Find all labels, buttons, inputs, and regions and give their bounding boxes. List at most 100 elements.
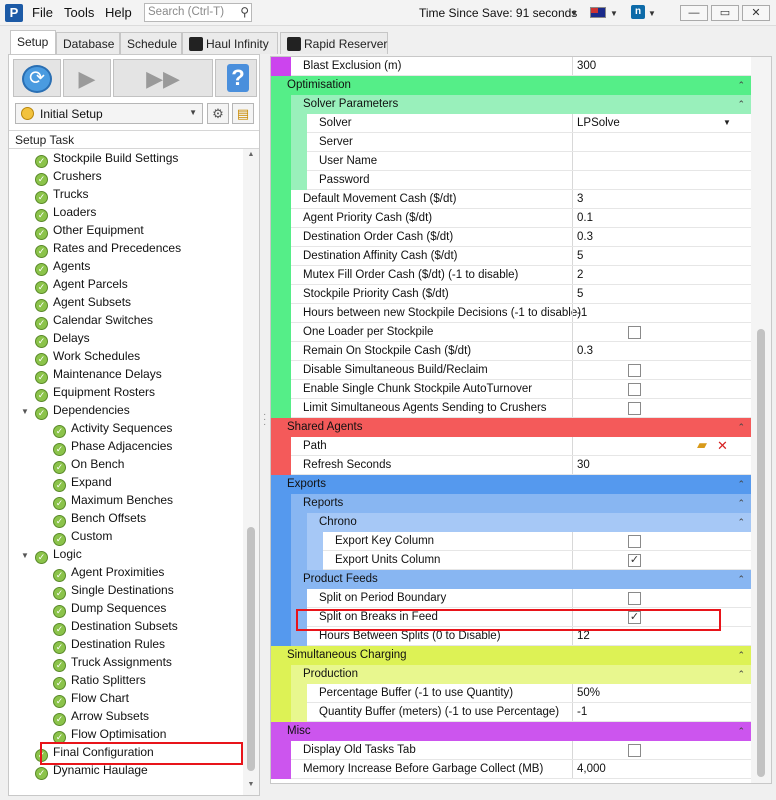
collapse-chevron-icon[interactable]: ⌃ [737, 95, 745, 113]
property-value[interactable]: -1 [577, 304, 587, 322]
property-checkbox[interactable] [628, 744, 641, 757]
collapse-chevron-icon[interactable]: ⌃ [737, 76, 745, 94]
flag-icon[interactable] [590, 7, 606, 18]
tree-item-trucks[interactable]: ✓ Trucks [35, 185, 89, 204]
collapse-chevron-icon[interactable]: ⌃ [737, 475, 745, 493]
tree-item-flow-chart[interactable]: ✓ Flow Chart [53, 689, 129, 708]
property-checkbox[interactable] [628, 402, 641, 415]
tree-item-calendar-switches[interactable]: ✓ Calendar Switches [35, 311, 153, 330]
property-agent-priority-cash-dt[interactable]: Agent Priority Cash ($/dt) 0.1 [271, 209, 751, 228]
column-divider[interactable] [572, 247, 573, 266]
tree-item-crushers[interactable]: ✓ Crushers [35, 167, 102, 186]
close-button[interactable]: ✕ [742, 5, 770, 21]
grid-scroll-thumb[interactable] [757, 329, 765, 777]
tree-item-agents[interactable]: ✓ Agents [35, 257, 90, 276]
property-remain-on-stockpile-cash-dt[interactable]: Remain On Stockpile Cash ($/dt) 0.3 [271, 342, 751, 361]
refresh-button[interactable]: ⟳ [13, 59, 61, 97]
tree-item-dump-sequences[interactable]: ✓ Dump Sequences [53, 599, 166, 618]
notes-button[interactable]: ▤ [232, 103, 254, 124]
column-divider[interactable] [572, 152, 573, 171]
column-divider[interactable] [572, 684, 573, 703]
property-checkbox[interactable] [628, 364, 641, 377]
category-optimisation[interactable]: Optimisation ⌃ [271, 76, 751, 95]
property-value[interactable]: LPSolve [577, 114, 620, 132]
tree-item-delays[interactable]: ✓ Delays [35, 329, 90, 348]
tree-item-phase-adjacencies[interactable]: ✓ Phase Adjacencies [53, 437, 172, 456]
scroll-down-icon[interactable]: ▼ [243, 781, 259, 788]
collapse-chevron-icon[interactable]: ⌃ [737, 494, 745, 512]
chevron-down-icon[interactable]: ▼ [648, 9, 656, 18]
collapse-chevron-icon[interactable]: ⌃ [737, 646, 745, 664]
setup-type-select[interactable]: Initial Setup ▼ [15, 103, 203, 124]
property-destination-affinity-cash-dt[interactable]: Destination Affinity Cash ($/dt) 5 [271, 247, 751, 266]
tab-setup[interactable]: Setup [10, 30, 56, 55]
tab-haul-infinity[interactable]: Haul Infinity [182, 32, 278, 54]
run-button[interactable]: ▶ [63, 59, 111, 97]
column-divider[interactable] [572, 285, 573, 304]
property-value[interactable]: 30 [577, 456, 590, 474]
tree-item-arrow-subsets[interactable]: ✓ Arrow Subsets [53, 707, 149, 726]
tree-item-stockpile-build-settings[interactable]: ✓ Stockpile Build Settings [35, 149, 178, 168]
property-checkbox[interactable] [628, 383, 641, 396]
property-path[interactable]: Path ▰ ✕ [271, 437, 751, 456]
property-value[interactable]: 50% [577, 684, 600, 702]
property-disable-simultaneous-build-reclaim[interactable]: Disable Simultaneous Build/Reclaim [271, 361, 751, 380]
maximize-button[interactable]: ▭ [711, 5, 739, 21]
property-checkbox[interactable] [628, 592, 641, 605]
category-chrono[interactable]: Chrono ⌃ [271, 513, 751, 532]
chevron-down-icon[interactable]: ▼ [723, 114, 731, 132]
property-percentage-buffer-1-to-use-quantity[interactable]: Percentage Buffer (-1 to use Quantity) 50… [271, 684, 751, 703]
column-divider[interactable] [572, 551, 573, 570]
collapse-chevron-icon[interactable]: ⌃ [737, 513, 745, 531]
property-value[interactable]: 3 [577, 190, 583, 208]
column-divider[interactable] [572, 323, 573, 342]
panel-splitter[interactable]: · · · [263, 410, 266, 430]
property-value[interactable]: 0.3 [577, 342, 593, 360]
category-product-feeds[interactable]: Product Feeds ⌃ [271, 570, 751, 589]
property-value[interactable]: -1 [577, 703, 587, 721]
property-enable-single-chunk-stockpile-autoturnover[interactable]: Enable Single Chunk Stockpile AutoTurnov… [271, 380, 751, 399]
property-value[interactable]: 0.1 [577, 209, 593, 227]
scroll-up-icon[interactable]: ▲ [243, 151, 259, 158]
minimize-button[interactable]: — [680, 5, 708, 21]
category-solver-parameters[interactable]: Solver Parameters ⌃ [271, 95, 751, 114]
chevron-down-icon[interactable]: ▼ [570, 9, 578, 18]
property-blast-exclusion-m[interactable]: Blast Exclusion (m) 300 [271, 57, 751, 76]
tree-item-single-destinations[interactable]: ✓ Single Destinations [53, 581, 174, 600]
property-default-movement-cash-dt[interactable]: Default Movement Cash ($/dt) 3 [271, 190, 751, 209]
property-export-key-column[interactable]: Export Key Column [271, 532, 751, 551]
clear-path-icon[interactable]: ✕ [717, 437, 728, 455]
column-divider[interactable] [572, 399, 573, 418]
category-shared-agents[interactable]: Shared Agents ⌃ [271, 418, 751, 437]
chevron-down-icon[interactable]: ▼ [610, 9, 618, 18]
column-divider[interactable] [572, 228, 573, 247]
column-divider[interactable] [572, 171, 573, 190]
property-export-units-column[interactable]: Export Units Column ✓ [271, 551, 751, 570]
tree-item-truck-assignments[interactable]: ✓ Truck Assignments [53, 653, 172, 672]
tree-item-activity-sequences[interactable]: ✓ Activity Sequences [53, 419, 172, 438]
column-divider[interactable] [572, 589, 573, 608]
property-hours-between-new-stockpile-decisions-1-to-disable[interactable]: Hours between new Stockpile Decisions (-… [271, 304, 751, 323]
property-quantity-buffer-meters-1-to-use-percentage[interactable]: Quantity Buffer (meters) (-1 to use Perc… [271, 703, 751, 722]
column-divider[interactable] [572, 741, 573, 760]
tree-item-on-bench[interactable]: ✓ On Bench [53, 455, 124, 474]
property-value[interactable]: 2 [577, 266, 583, 284]
column-divider[interactable] [572, 437, 573, 456]
property-checkbox[interactable] [628, 326, 641, 339]
property-stockpile-priority-cash-dt[interactable]: Stockpile Priority Cash ($/dt) 5 [271, 285, 751, 304]
tree-item-dependencies[interactable]: ▼ ✓ Dependencies [21, 401, 130, 420]
collapse-chevron-icon[interactable]: ⌃ [737, 418, 745, 436]
fast-forward-button[interactable]: ▶▶ [113, 59, 213, 97]
app-logo-icon[interactable]: P [5, 4, 23, 22]
property-value[interactable]: 0.3 [577, 228, 593, 246]
property-value[interactable]: 5 [577, 285, 583, 303]
tree-item-logic[interactable]: ▼ ✓ Logic [21, 545, 82, 564]
tree-item-agent-proximities[interactable]: ✓ Agent Proximities [53, 563, 164, 582]
column-divider[interactable] [572, 57, 573, 76]
tree-item-agent-subsets[interactable]: ✓ Agent Subsets [35, 293, 131, 312]
property-checkbox[interactable]: ✓ [628, 554, 641, 567]
tree-item-expand[interactable]: ✓ Expand [53, 473, 112, 492]
tab-database[interactable]: Database [56, 32, 120, 54]
tree-item-maintenance-delays[interactable]: ✓ Maintenance Delays [35, 365, 162, 384]
property-mutex-fill-order-cash-dt-1-to-disable[interactable]: Mutex Fill Order Cash ($/dt) (-1 to disa… [271, 266, 751, 285]
